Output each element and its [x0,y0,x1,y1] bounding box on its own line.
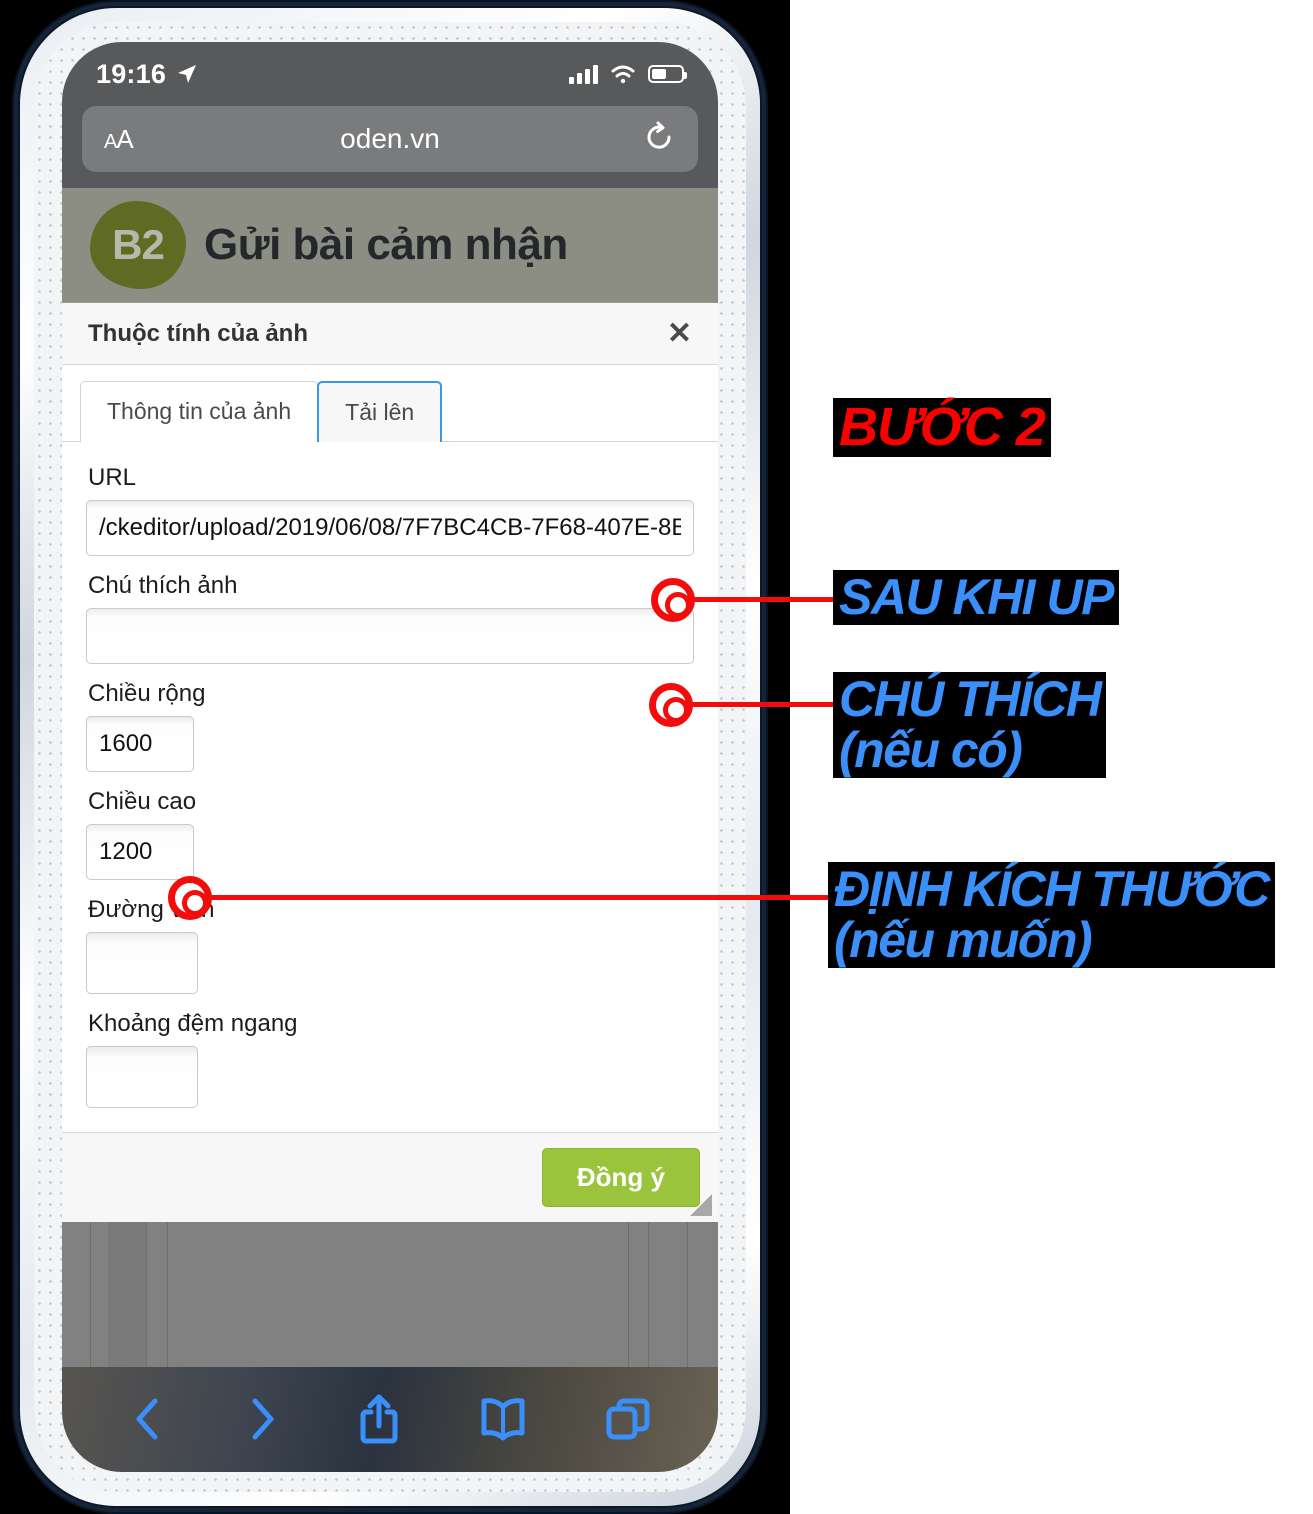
location-arrow-icon [178,65,197,83]
label-height: Chiều cao [88,788,197,815]
target-marker-size [168,876,212,920]
target-marker-caption [649,683,693,727]
safari-address-bar[interactable]: AA oden.vn [82,106,698,172]
text-size-button[interactable]: AA [104,124,134,155]
back-chevron-icon[interactable] [129,1396,165,1447]
phone-device-frame: 19:16 AA oden.vn B2 Gửi bài cảm nhận Thu… [20,8,760,1506]
annotation-after-upload: SAU KHI UP [833,570,1119,625]
site-banner: B2 Gửi bài cảm nhận [62,188,718,303]
label-hspace: Khoảng đệm ngang [88,1010,298,1037]
dialog-footer: Đồng ý [62,1132,718,1222]
hspace-input[interactable] [86,1046,198,1108]
dialog-body: URL Chú thích ảnh Chiều rộng Chiều cao Đ… [62,442,718,1132]
wifi-icon [611,65,635,84]
forward-chevron-icon[interactable] [243,1396,279,1447]
leader-line-size [210,895,830,900]
label-url: URL [88,464,137,491]
phone-inner-bezel: 19:16 AA oden.vn B2 Gửi bài cảm nhận Thu… [34,22,746,1492]
dimmed-page-overlay [62,1222,718,1367]
tabs-icon[interactable] [605,1395,651,1448]
phone-screen: 19:16 AA oden.vn B2 Gửi bài cảm nhận Thu… [62,42,718,1472]
submit-button[interactable]: Đồng ý [541,1148,700,1207]
caption-input[interactable] [86,608,694,664]
cellular-signal-icon [569,64,598,84]
safari-address-bar-container: AA oden.vn [62,100,718,188]
height-input[interactable] [86,824,194,880]
book-icon[interactable] [479,1397,527,1446]
leader-line-url [693,597,833,602]
dialog-title: Thuộc tính của ảnh [88,319,308,347]
dialog-header: Thuộc tính của ảnh ✕ [62,303,718,365]
url-input[interactable] [86,500,694,556]
status-bar-left: 19:16 [96,59,199,90]
width-input[interactable] [86,716,194,772]
url-text: oden.vn [340,123,440,154]
close-icon[interactable]: ✕ [667,318,692,349]
safari-bottom-toolbar [62,1367,718,1472]
tab-upload[interactable]: Tải lên [317,381,443,442]
label-width: Chiều rộng [88,680,206,707]
ios-status-bar: 19:16 [62,42,718,100]
dialog-tabs: Thông tin của ảnh Tải lên [62,365,718,442]
border-input[interactable] [86,932,198,994]
status-bar-right [569,64,687,84]
resize-grip-handle[interactable] [690,1194,712,1216]
status-bar-clock: 19:16 [96,58,167,89]
share-icon[interactable] [357,1392,401,1451]
battery-icon [648,65,687,83]
label-caption: Chú thích ảnh [88,572,238,599]
annotation-size: ĐỊNH KÍCH THƯỚC (nếu muốn) [828,862,1275,968]
banner-title: Gửi bài cảm nhận [204,220,568,269]
tab-image-info[interactable]: Thông tin của ảnh [80,381,319,442]
annotation-caption: CHÚ THÍCH (nếu có) [833,672,1107,778]
target-marker-url [651,578,695,622]
image-properties-dialog: Thuộc tính của ảnh ✕ Thông tin của ảnh T… [62,303,718,1222]
annotation-step: BƯỚC 2 [833,398,1051,458]
step-badge: B2 [90,201,186,289]
reload-icon[interactable] [642,120,676,159]
leader-line-caption [691,702,833,707]
